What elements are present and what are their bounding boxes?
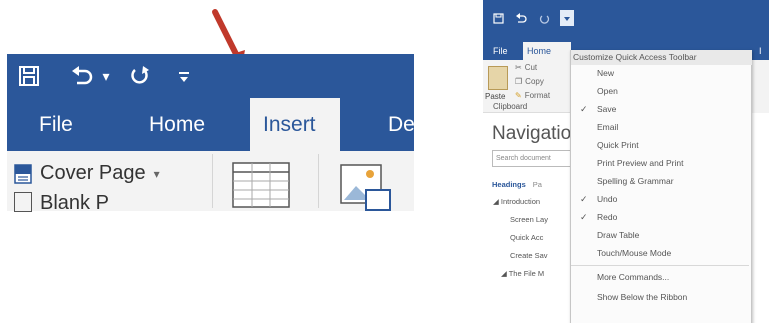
expand-arrow-icon: ◢ (501, 269, 509, 278)
menu-item-draw-table[interactable]: Draw Table (570, 227, 750, 244)
menu-item-redo[interactable]: ✓ Redo (570, 209, 750, 226)
save-icon (19, 66, 39, 86)
navigation-title: Navigation (492, 123, 582, 144)
format-painter-button[interactable]: ✎ Format (515, 91, 550, 100)
menu-item-open[interactable]: Open (570, 83, 750, 100)
right-screenshot-panel: File Home I Paste ✂ Cut ❐ Copy ✎ Format Cli… (483, 0, 769, 323)
heading-item[interactable]: Create Sav (510, 251, 548, 260)
ribbon-tabs: File Home Insert De (7, 98, 414, 151)
customize-qat-button[interactable] (560, 10, 574, 26)
blank-page-button[interactable]: Blank P (14, 192, 194, 212)
save-icon[interactable] (491, 11, 505, 25)
heading-item[interactable]: Screen Lay (510, 215, 548, 224)
paste-label: Paste (485, 92, 506, 101)
tab-home[interactable]: Home (523, 42, 571, 60)
cover-page-icon (14, 163, 32, 184)
paintbrush-icon: ✎ (515, 91, 522, 100)
undo-icon[interactable] (514, 11, 528, 25)
cover-page-label: Cover Page (40, 162, 146, 184)
customize-qat-icon (179, 72, 189, 82)
cut-label: Cut (524, 63, 538, 72)
tab-insert[interactable]: I (759, 42, 769, 60)
blank-page-label: Blank P (40, 192, 109, 212)
tab-home[interactable]: Home (149, 98, 219, 151)
menu-item-spelling[interactable]: Spelling & Grammar (570, 173, 750, 190)
tab-file[interactable]: File (39, 98, 99, 151)
pictures-icon[interactable] (340, 164, 392, 211)
heading-item[interactable]: ◢ The File M (501, 269, 544, 278)
menu-item-save[interactable]: ✓ Save (570, 101, 750, 118)
table-icon[interactable] (232, 162, 292, 208)
redo-icon (131, 66, 149, 84)
cover-page-button[interactable]: Cover Page ▾ (14, 162, 160, 185)
undo-button[interactable] (65, 54, 99, 98)
search-document-input[interactable]: Search document (492, 150, 571, 167)
checkmark-icon: ✓ (580, 104, 588, 114)
menu-item-new[interactable]: New (570, 65, 750, 82)
quick-access-toolbar (491, 10, 574, 26)
chevron-down-icon: ▾ (102, 67, 110, 84)
menu-item-undo[interactable]: ✓ Undo (570, 191, 750, 208)
chevron-down-icon: ▾ (153, 166, 160, 181)
tab-file[interactable]: File (493, 42, 515, 60)
menu-item-email[interactable]: Email (570, 119, 750, 136)
menu-items: New Open ✓ Save Email Quick Print Print P… (570, 65, 750, 323)
menu-item-touch-mouse-mode[interactable]: Touch/Mouse Mode (570, 245, 750, 262)
scissors-icon: ✂ (515, 63, 522, 72)
save-button[interactable] (7, 54, 51, 98)
ribbon-separator (318, 154, 319, 208)
paste-icon[interactable] (488, 66, 508, 90)
clipboard-group-label: Clipboard (493, 102, 528, 111)
undo-icon (72, 66, 93, 85)
checkmark-icon: ✓ (580, 194, 588, 204)
menu-item-more-commands[interactable]: More Commands... (570, 269, 750, 286)
menu-item-show-below-ribbon[interactable]: Show Below the Ribbon (570, 289, 750, 306)
undo-dropdown-button[interactable]: ▾ (99, 54, 113, 98)
navigation-tabs: Headings Pa (492, 180, 542, 189)
tab-pages[interactable]: Pa (533, 180, 542, 189)
menu-separator (571, 265, 749, 266)
ribbon-right-edge (751, 60, 769, 120)
copy-icon: ❐ (515, 77, 523, 86)
quick-access-toolbar: ▾ (7, 54, 197, 98)
menu-title: Customize Quick Access Toolbar (571, 50, 752, 65)
ribbon-separator (212, 154, 213, 208)
checkmark-icon: ✓ (580, 212, 588, 222)
format-painter-label: Format (524, 91, 551, 100)
heading-item[interactable]: Quick Acc (510, 233, 543, 242)
copy-button[interactable]: ❐ Copy (515, 77, 544, 86)
customize-qat-button[interactable] (171, 54, 197, 98)
tab-insert[interactable]: Insert (250, 98, 340, 151)
expand-arrow-icon: ◢ (493, 197, 501, 206)
tab-headings[interactable]: Headings (492, 180, 526, 189)
redo-icon[interactable] (537, 11, 551, 25)
cut-button[interactable]: ✂ Cut (515, 63, 537, 72)
blank-page-icon (14, 192, 32, 212)
menu-item-quick-print[interactable]: Quick Print (570, 137, 750, 154)
copy-label: Copy (525, 77, 544, 86)
heading-item[interactable]: ◢ Introduction (493, 197, 540, 206)
redo-button[interactable] (123, 54, 157, 98)
menu-item-print-preview[interactable]: Print Preview and Print (570, 155, 750, 172)
tab-design[interactable]: De (388, 98, 414, 151)
customize-qat-icon (564, 17, 570, 21)
